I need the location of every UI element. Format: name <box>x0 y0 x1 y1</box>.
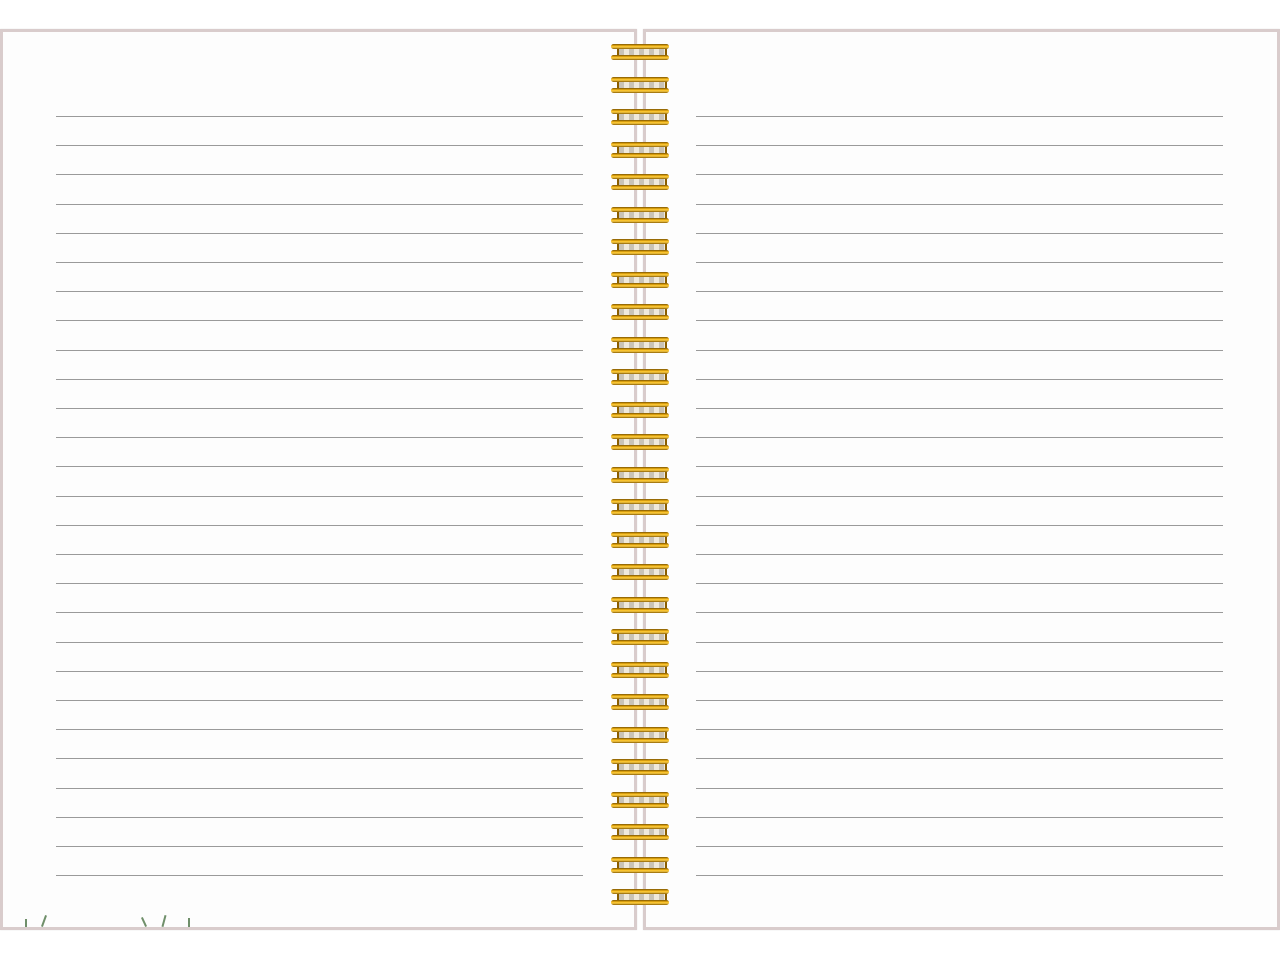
ruled-line <box>696 875 1223 876</box>
ruled-line <box>696 642 1223 643</box>
ruled-line <box>56 466 583 467</box>
spiral-binding <box>607 40 673 920</box>
spiral-coil <box>611 142 669 158</box>
ruled-line <box>56 758 583 759</box>
ruled-line <box>56 350 583 351</box>
spiral-coil <box>611 532 669 548</box>
ruled-line <box>696 145 1223 146</box>
ruled-line <box>56 233 583 234</box>
ruled-line <box>696 174 1223 175</box>
spiral-coil <box>611 434 669 450</box>
ruled-line <box>696 204 1223 205</box>
spiral-coil <box>611 824 669 840</box>
ruled-line <box>696 466 1223 467</box>
spiral-coil <box>611 304 669 320</box>
ruled-line <box>56 174 583 175</box>
spiral-coil <box>611 272 669 288</box>
ruled-line <box>56 408 583 409</box>
ruled-line <box>56 379 583 380</box>
floral-print-icon <box>13 913 213 927</box>
ruled-line <box>696 817 1223 818</box>
ruled-line <box>56 642 583 643</box>
spiral-coil <box>611 174 669 190</box>
ruled-line <box>56 817 583 818</box>
spiral-coil <box>611 564 669 580</box>
spiral-coil <box>611 207 669 223</box>
spiral-coil <box>611 629 669 645</box>
spiral-coil <box>611 662 669 678</box>
ruled-line <box>696 729 1223 730</box>
ruled-line <box>56 320 583 321</box>
ruled-line <box>696 583 1223 584</box>
ruled-line <box>56 729 583 730</box>
ruled-line <box>696 496 1223 497</box>
ruled-line <box>56 875 583 876</box>
right-page[interactable] <box>646 32 1277 927</box>
ruled-line <box>696 350 1223 351</box>
ruled-line <box>56 525 583 526</box>
spiral-coil <box>611 792 669 808</box>
spiral-coil <box>611 77 669 93</box>
ruled-line <box>696 788 1223 789</box>
ruled-line <box>696 846 1223 847</box>
ruled-line <box>56 496 583 497</box>
ruled-line <box>696 262 1223 263</box>
ruled-line <box>56 612 583 613</box>
ruled-line <box>56 116 583 117</box>
ruled-line <box>696 116 1223 117</box>
spiral-coil <box>611 889 669 905</box>
spiral-coil <box>611 239 669 255</box>
spiral-coil <box>611 44 669 60</box>
spiral-coil <box>611 369 669 385</box>
ruled-line <box>56 204 583 205</box>
ruled-line <box>696 554 1223 555</box>
spiral-coil <box>611 597 669 613</box>
ruled-line <box>696 758 1223 759</box>
ruled-line <box>56 788 583 789</box>
right-page-ruled-lines <box>646 32 1277 927</box>
left-page[interactable] <box>3 32 634 927</box>
ruled-line <box>696 233 1223 234</box>
spiral-coil <box>611 857 669 873</box>
spiral-coil <box>611 109 669 125</box>
ruled-line <box>56 291 583 292</box>
ruled-line <box>696 671 1223 672</box>
ruled-line <box>56 846 583 847</box>
spiral-coil <box>611 337 669 353</box>
ruled-line <box>56 671 583 672</box>
ruled-line <box>696 612 1223 613</box>
spiral-coil <box>611 694 669 710</box>
spiral-coil <box>611 499 669 515</box>
ruled-line <box>696 291 1223 292</box>
ruled-line <box>56 700 583 701</box>
ruled-line <box>696 437 1223 438</box>
spiral-coil <box>611 467 669 483</box>
ruled-line <box>56 145 583 146</box>
spiral-coil <box>611 727 669 743</box>
ruled-line <box>56 437 583 438</box>
ruled-line <box>56 583 583 584</box>
ruled-line <box>56 262 583 263</box>
spiral-coil <box>611 402 669 418</box>
spiral-coil <box>611 759 669 775</box>
ruled-line <box>696 320 1223 321</box>
left-page-ruled-lines <box>3 32 634 927</box>
ruled-line <box>696 379 1223 380</box>
ruled-line <box>696 408 1223 409</box>
ruled-line <box>56 554 583 555</box>
ruled-line <box>696 525 1223 526</box>
ruled-line <box>696 700 1223 701</box>
